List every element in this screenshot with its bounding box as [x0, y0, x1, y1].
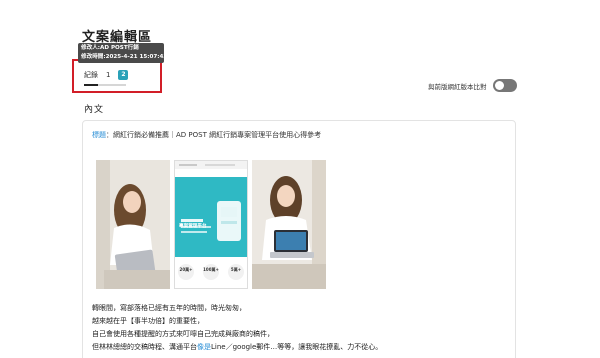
post-body-text: Line／google郵件…等等，讓我眼花撩亂、力不從心。: [211, 343, 383, 351]
post-title-sep: ：: [106, 131, 113, 139]
post-body-line: 越來越在乎【事半功倍】的重要性，: [92, 317, 204, 325]
post-body-text: 但林林總總的交稿時程、溝通平台: [92, 343, 197, 351]
post-body-line: 自己會使用各種提醒的方式來叮嚀自己完成與廠商的稿件，: [92, 330, 274, 338]
compare-toggle[interactable]: [492, 79, 517, 92]
post-body-line: 但林林總總的交稿時程、溝通平台像是Line／google郵件…等等，讓我眼花撩亂…: [92, 341, 382, 354]
photo2-stat-3: 5萬+: [230, 267, 242, 272]
tooltip-time: 修改時間:2025-4-21 15:07:43: [81, 54, 168, 60]
photo2-stat-2: 100萬+: [203, 267, 219, 272]
woman-laptop-illustration: [252, 160, 326, 289]
photo2-heading: 專案管理平台: [179, 224, 207, 229]
post-title: 標題：網紅行銷必備推薦｜AD POST 網紅行銷專案管理平台使用心得參考: [92, 130, 321, 140]
tooltip-editor: 修改人:AD POST行銷: [81, 45, 139, 51]
content-image-1: [96, 160, 170, 289]
post-body-highlight: 像是: [197, 343, 211, 351]
compare-label: 與前版網紅版本比對: [428, 82, 487, 91]
post-body: 轉眼間，寫部落格已經有五年的時間，時光匆匆， 越來越在乎【事半功倍】的重要性， …: [92, 302, 382, 354]
content-image-2: 專案管理平台 20萬+ 100萬+ 5萬+: [174, 160, 248, 289]
post-body-line: 轉眼間，寫部落格已經有五年的時間，時光匆匆，: [92, 304, 246, 312]
content-image-3: [252, 160, 326, 289]
photo2-stat-1: 20萬+: [179, 267, 193, 272]
toggle-knob: [494, 81, 504, 90]
version-tooltip: 修改人:AD POST行銷 修改時間:2025-4-21 15:07:43: [78, 43, 168, 63]
compare-control: 與前版網紅版本比對: [428, 79, 517, 92]
highlight-annotation: [72, 59, 162, 93]
post-title-prefix: 標題: [92, 131, 106, 139]
section-title: 內文: [84, 105, 105, 115]
woman-laptop-illustration: [96, 160, 170, 289]
post-title-text: 網紅行銷必備推薦｜AD POST 網紅行銷專案管理平台使用心得參考: [113, 131, 322, 139]
